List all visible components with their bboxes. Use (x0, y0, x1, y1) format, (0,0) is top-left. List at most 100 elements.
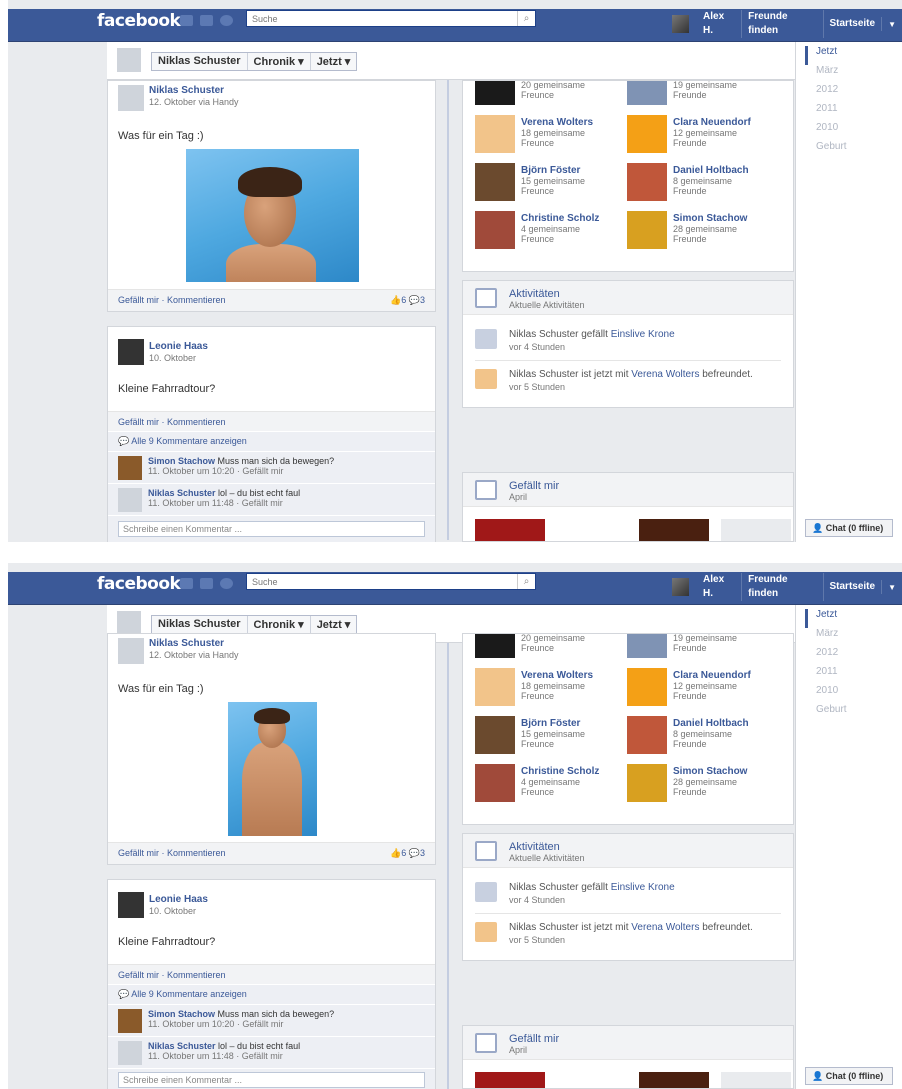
commenter-avatar[interactable] (118, 488, 142, 512)
commenter-name[interactable]: Simon Stachow (148, 1009, 215, 1019)
jetzt-dropdown[interactable]: Jetzt ▾ (311, 616, 357, 633)
post-photo[interactable] (228, 702, 317, 836)
liked-page-thumb[interactable] (475, 1072, 545, 1088)
like-comment-links[interactable]: Gefällt mir · Kommentieren (118, 848, 226, 858)
chronik-dropdown[interactable]: Chronik ▾ (248, 53, 311, 70)
chat-button[interactable]: 👤 Chat (0 ffline) (805, 1067, 893, 1085)
timeline-2010[interactable]: 2010 (805, 685, 845, 704)
friend-item[interactable]: Simon Stachow 28 gemeinsame Freunde (627, 764, 777, 804)
jetzt-dropdown[interactable]: Jetzt ▾ (311, 53, 357, 70)
friend-picture[interactable] (475, 634, 515, 658)
messages-icon[interactable] (200, 15, 213, 26)
friend-picture[interactable] (475, 716, 515, 754)
activity-link[interactable]: Einslive Krone (611, 882, 675, 893)
chronik-dropdown[interactable]: Chronik ▾ (248, 616, 311, 633)
commenter-avatar[interactable] (118, 1041, 142, 1065)
timeline-2011[interactable]: 2011 (805, 666, 845, 685)
facebook-logo[interactable]: facebook (97, 11, 181, 31)
post-author[interactable]: Leonie Haas (149, 894, 208, 905)
post-counts[interactable]: 👍6 💬3 (390, 295, 425, 306)
search-icon[interactable]: ⌕ (517, 11, 535, 26)
activity-link[interactable]: Einslive Krone (611, 329, 675, 340)
friend-picture[interactable] (627, 163, 667, 201)
chevron-down-icon[interactable]: ▼ (882, 20, 902, 29)
chevron-down-icon[interactable]: ▼ (882, 583, 902, 592)
friend-name[interactable]: Simon Stachow (673, 766, 747, 777)
notifications-icon[interactable] (220, 15, 233, 26)
timeline-jetzt[interactable]: Jetzt (805, 46, 845, 65)
friend-picture[interactable] (627, 668, 667, 706)
post-photo[interactable] (186, 149, 359, 282)
friend-picture[interactable] (627, 81, 667, 105)
author-avatar[interactable] (118, 339, 144, 365)
friend-item[interactable]: 19 gemeinsame Freunde (627, 634, 777, 660)
friend-picture[interactable] (475, 115, 515, 153)
friend-picture[interactable] (475, 211, 515, 249)
activity-link[interactable]: Verena Wolters (631, 369, 699, 380)
timeline-geburt[interactable]: Geburt (805, 704, 847, 723)
liked-page-thumb[interactable] (557, 519, 627, 541)
friend-picture[interactable] (627, 115, 667, 153)
like-comment-links[interactable]: Gefällt mir · Kommentieren (118, 417, 226, 427)
timeline-maerz[interactable]: März (805, 65, 845, 84)
friend-name[interactable]: Clara Neuendorf (673, 670, 751, 681)
timeline-maerz[interactable]: März (805, 628, 845, 647)
author-avatar[interactable] (118, 892, 144, 918)
friend-name[interactable]: Björn Föster (521, 165, 580, 176)
profile-link[interactable]: Alex H. (697, 10, 743, 38)
like-comment-links[interactable]: Gefällt mir · Kommentieren (118, 295, 226, 305)
commenter-name[interactable]: Simon Stachow (148, 456, 215, 466)
likes-title[interactable]: Gefällt mir (509, 480, 559, 492)
avatar[interactable] (672, 578, 690, 596)
activities-title[interactable]: Aktivitäten (509, 841, 560, 853)
friend-item[interactable]: Clara Neuendorf 12 gemeinsame Freunde (627, 668, 777, 708)
commenter-name[interactable]: Niklas Schuster (148, 1041, 216, 1051)
search-input[interactable]: Suche ⌕ (246, 573, 536, 590)
profile-picture[interactable] (117, 48, 141, 72)
commenter-name[interactable]: Niklas Schuster (148, 488, 216, 498)
friend-picture[interactable] (627, 764, 667, 802)
friend-name[interactable]: Simon Stachow (673, 213, 747, 224)
friend-name[interactable]: Daniel Holtbach (673, 718, 749, 729)
liked-page-thumb[interactable] (721, 1072, 791, 1088)
friend-item[interactable]: 20 gemeinsame Freunce (475, 81, 625, 107)
search-icon[interactable]: ⌕ (517, 574, 535, 589)
show-all-comments[interactable]: 💬 Alle 9 Kommentare anzeigen (108, 431, 435, 451)
timeline-2012[interactable]: 2012 (805, 84, 845, 103)
activities-title[interactable]: Aktivitäten (509, 288, 560, 300)
notifications-icon[interactable] (220, 578, 233, 589)
friend-item[interactable]: Verena Wolters 18 gemeinsame Freunce (475, 115, 625, 155)
likes-title[interactable]: Gefällt mir (509, 1033, 559, 1045)
friend-picture[interactable] (475, 764, 515, 802)
friend-item[interactable]: 20 gemeinsame Freunce (475, 634, 625, 660)
timeline-geburt[interactable]: Geburt (805, 141, 847, 160)
facebook-logo[interactable]: facebook (97, 574, 181, 594)
friend-item[interactable]: Simon Stachow 28 gemeinsame Freunde (627, 211, 777, 251)
friend-requests-icon[interactable] (180, 578, 193, 589)
friend-picture[interactable] (627, 634, 667, 658)
friend-item[interactable]: Christine Scholz 4 gemeinsame Freunce (475, 211, 625, 251)
liked-page-thumb[interactable] (639, 519, 709, 541)
post-author[interactable]: Niklas Schuster (149, 638, 224, 649)
home-link[interactable]: Startseite (824, 580, 883, 594)
timeline-2011[interactable]: 2011 (805, 103, 845, 122)
friend-item[interactable]: Daniel Holtbach 8 gemeinsame Freunde (627, 163, 777, 203)
friend-item[interactable]: Daniel Holtbach 8 gemeinsame Freunde (627, 716, 777, 756)
write-comment-input[interactable]: Schreibe einen Kommentar ... (118, 1072, 425, 1088)
commenter-avatar[interactable] (118, 1009, 142, 1033)
profile-picture[interactable] (117, 611, 141, 635)
post-author[interactable]: Niklas Schuster (149, 85, 224, 96)
timeline-2012[interactable]: 2012 (805, 647, 845, 666)
friend-name[interactable]: Verena Wolters (521, 117, 593, 128)
show-all-comments[interactable]: 💬 Alle 9 Kommentare anzeigen (108, 984, 435, 1004)
friend-name[interactable]: Verena Wolters (521, 670, 593, 681)
avatar[interactable] (672, 15, 690, 33)
friend-item[interactable]: Clara Neuendorf 12 gemeinsame Freunde (627, 115, 777, 155)
search-input[interactable]: Suche ⌕ (246, 10, 536, 27)
friend-picture[interactable] (475, 81, 515, 105)
friend-name[interactable]: Clara Neuendorf (673, 117, 751, 128)
messages-icon[interactable] (200, 578, 213, 589)
activity-link[interactable]: Verena Wolters (631, 922, 699, 933)
liked-page-thumb[interactable] (557, 1072, 627, 1088)
like-comment-links[interactable]: Gefällt mir · Kommentieren (118, 970, 226, 980)
